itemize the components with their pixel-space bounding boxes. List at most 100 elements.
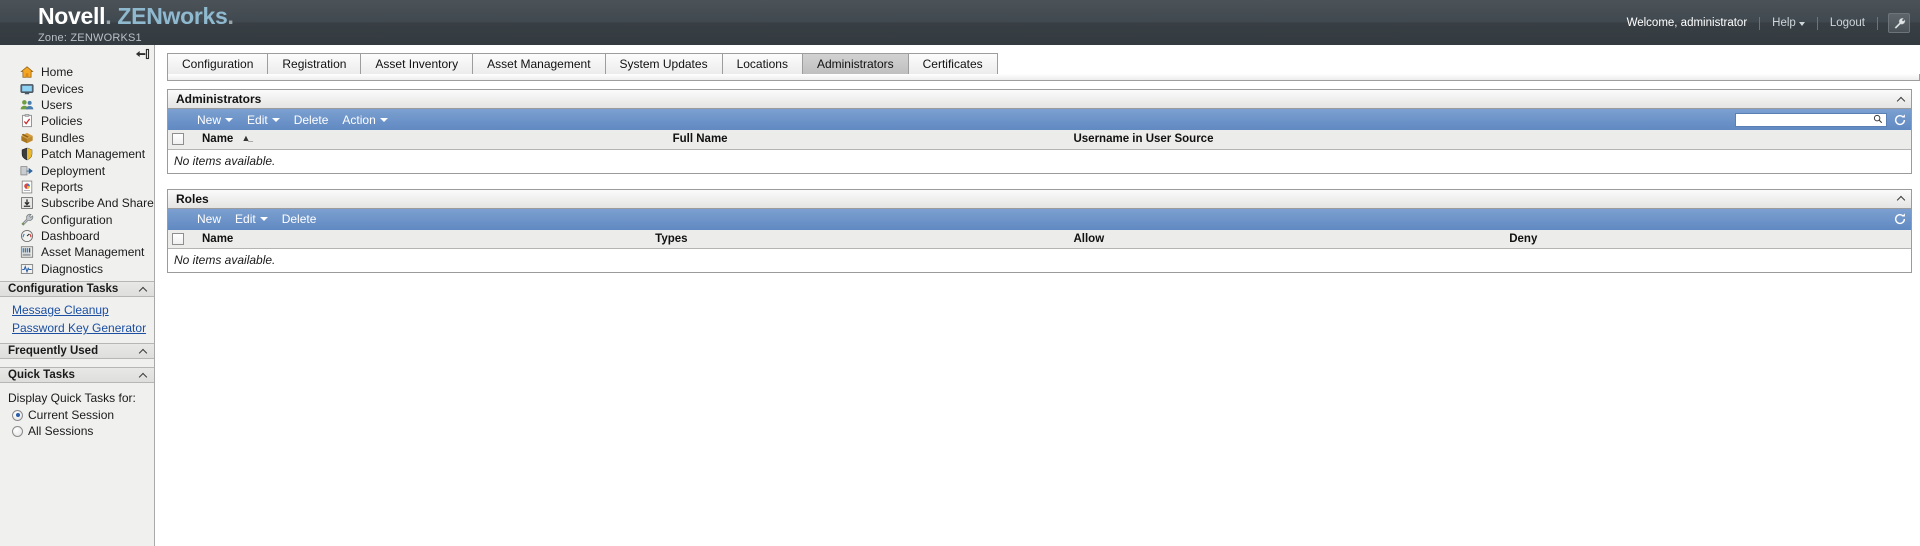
sidebar-item-label: Bundles [41, 130, 85, 145]
brand-novell-text: Novell [38, 3, 106, 29]
select-all-checkbox[interactable] [172, 232, 184, 245]
table-empty-row: No items available. [168, 248, 1911, 272]
sidebar-item-policies[interactable]: Policies [0, 113, 154, 129]
empty-message: No items available. [168, 149, 1911, 173]
radio-label: All Sessions [28, 424, 94, 439]
column-header-full-name[interactable]: Full Name [668, 130, 1070, 150]
refresh-icon[interactable] [1892, 112, 1908, 128]
new-button[interactable]: New [190, 113, 240, 127]
edit-button[interactable]: Edit [240, 113, 287, 127]
sidebar-nav: Home Devices Users Policies Bundles Patc… [0, 62, 154, 281]
tab-bar-wrapper: Configuration Registration Asset Invento… [155, 45, 1920, 81]
sort-ascending-icon[interactable]: ▲̲ [242, 134, 251, 143]
column-header-username-in-user-source[interactable]: Username in User Source [1069, 130, 1911, 150]
tab-asset-management[interactable]: Asset Management [472, 53, 605, 74]
roles-toolbar: New Edit Delete [168, 208, 1911, 230]
chevron-up-icon[interactable] [1897, 95, 1906, 104]
edit-button[interactable]: Edit [228, 212, 275, 226]
roles-panel: Roles New Edit Delete Name Types Allow D… [167, 188, 1912, 273]
sidebar-item-label: Home [41, 65, 74, 80]
download-box-icon [20, 196, 34, 210]
section-frequently-used[interactable]: Frequently Used [0, 343, 154, 360]
toolbar-right-group [1735, 109, 1908, 130]
sidebar-item-label: Configuration [41, 212, 113, 227]
chevron-up-icon[interactable] [139, 347, 148, 356]
roles-table: Name Types Allow Deny No items available… [168, 229, 1911, 272]
chevron-up-icon[interactable] [139, 285, 148, 294]
section-title: Quick Tasks [8, 369, 75, 382]
sidebar-item-patch-management[interactable]: Patch Management [0, 146, 154, 162]
brand-novell-dot: . [105, 3, 112, 29]
tab-system-updates[interactable]: System Updates [604, 53, 722, 74]
radio-all-sessions[interactable]: All Sessions [0, 423, 154, 439]
collapse-panel-icon[interactable] [135, 48, 150, 60]
edit-label: Edit [235, 212, 256, 226]
search-icon[interactable] [1873, 113, 1883, 127]
tab-locations[interactable]: Locations [721, 53, 802, 74]
delete-button[interactable]: Delete [287, 113, 336, 127]
task-link-password-key-generator[interactable]: Password Key Generator [12, 319, 154, 337]
tab-asset-inventory[interactable]: Asset Inventory [360, 53, 473, 74]
help-menu[interactable]: Help [1760, 17, 1817, 29]
logout-link[interactable]: Logout [1818, 17, 1877, 29]
sidebar-item-label: Devices [41, 81, 84, 96]
barcode-icon [20, 245, 34, 259]
column-header-allow[interactable]: Allow [1069, 229, 1506, 249]
refresh-icon[interactable] [1892, 211, 1908, 227]
sidebar-item-label: Subscribe And Share [41, 196, 154, 211]
wrench-icon [20, 213, 34, 227]
sidebar-item-label: Asset Management [41, 245, 145, 260]
tab-certificates[interactable]: Certificates [907, 53, 998, 74]
sidebar-item-diagnostics[interactable]: Diagnostics [0, 261, 154, 277]
section-configuration-tasks[interactable]: Configuration Tasks [0, 281, 154, 298]
sidebar-item-label: Users [41, 97, 73, 112]
column-header-name[interactable]: Name [198, 229, 652, 249]
radio-current-session[interactable]: Current Session [0, 407, 154, 423]
sidebar-item-deployment[interactable]: Deployment [0, 162, 154, 178]
column-header-types[interactable]: Types [651, 229, 1070, 249]
clipboard-check-icon [20, 114, 34, 128]
radio-icon[interactable] [12, 409, 23, 421]
column-header-name[interactable]: Name ▲̲ [198, 130, 669, 150]
roles-table-body: No items available. [168, 248, 1911, 272]
table-header-row: Name ▲̲ Full Name Username in User Sourc… [168, 130, 1911, 150]
administrators-table-body: No items available. [168, 149, 1911, 173]
sidebar-item-reports[interactable]: Reports [0, 179, 154, 195]
main-content: Configuration Registration Asset Invento… [155, 45, 1920, 546]
sidebar-item-users[interactable]: Users [0, 97, 154, 113]
sidebar-item-bundles[interactable]: Bundles [0, 130, 154, 146]
sidebar-item-subscribe-and-share[interactable]: Subscribe And Share [0, 195, 154, 211]
search-box[interactable] [1735, 112, 1887, 127]
chevron-up-icon[interactable] [139, 371, 148, 380]
column-label: Name [202, 133, 234, 146]
brand-title: Novell. ZENworks. [38, 5, 234, 28]
tab-configuration[interactable]: Configuration [167, 53, 268, 74]
task-link-message-cleanup[interactable]: Message Cleanup [12, 301, 154, 319]
new-button[interactable]: New [190, 212, 228, 226]
sidebar-item-asset-management[interactable]: Asset Management [0, 244, 154, 260]
table-header-row: Name Types Allow Deny [168, 229, 1911, 249]
sidebar-item-label: Policies [41, 114, 83, 129]
sidebar-item-configuration[interactable]: Configuration [0, 212, 154, 228]
chevron-down-icon [259, 217, 268, 221]
tab-administrators[interactable]: Administrators [801, 53, 908, 74]
sidebar: Home Devices Users Policies Bundles Patc… [0, 45, 155, 546]
delete-button[interactable]: Delete [275, 212, 324, 226]
radio-icon[interactable] [12, 425, 23, 437]
sidebar-item-home[interactable]: Home [0, 64, 154, 80]
wrench-icon[interactable] [1888, 13, 1910, 33]
column-header-deny[interactable]: Deny [1505, 229, 1911, 249]
action-button[interactable]: Action [335, 113, 394, 127]
sidebar-item-devices[interactable]: Devices [0, 80, 154, 96]
new-label: New [197, 112, 222, 127]
chevron-down-icon [379, 117, 388, 122]
action-label: Action [342, 112, 376, 127]
select-all-checkbox[interactable] [172, 133, 184, 146]
search-input[interactable] [1739, 114, 1873, 125]
sidebar-item-dashboard[interactable]: Dashboard [0, 228, 154, 244]
chevron-up-icon[interactable] [1897, 194, 1906, 203]
roles-panel-header: Roles [168, 189, 1911, 209]
tab-registration[interactable]: Registration [267, 53, 361, 74]
shield-icon [20, 147, 34, 161]
section-quick-tasks[interactable]: Quick Tasks [0, 367, 154, 384]
